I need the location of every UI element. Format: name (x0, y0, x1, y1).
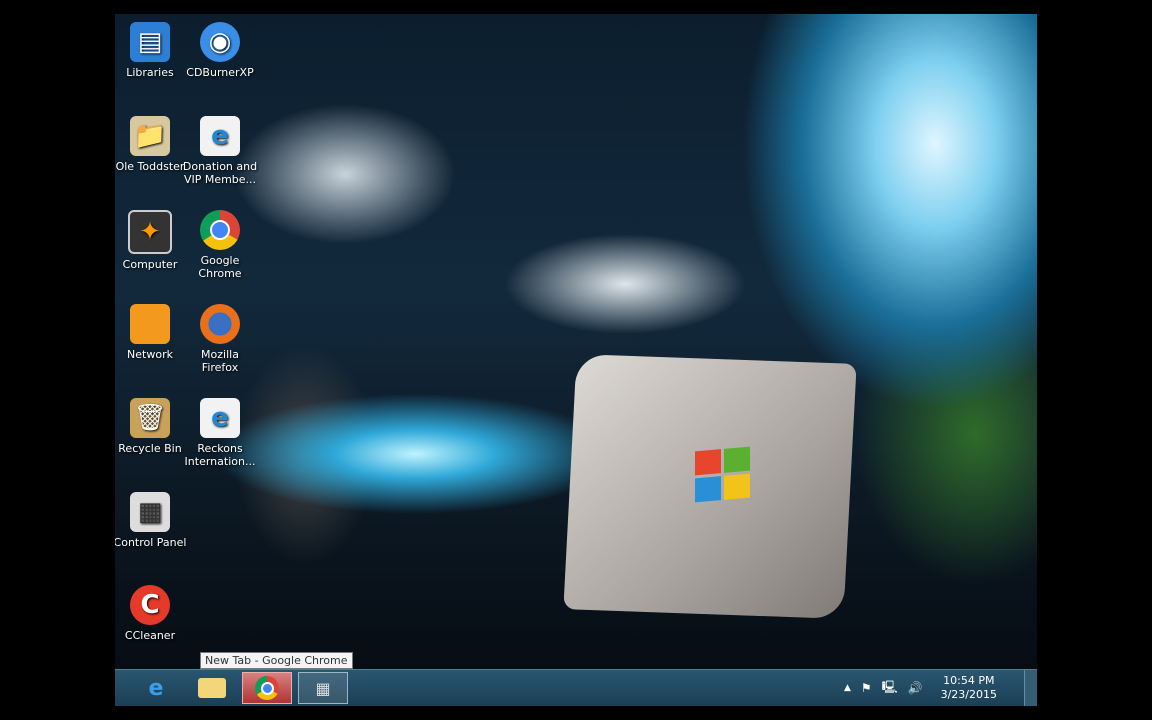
ie-shortcut-icon: e (200, 398, 240, 438)
windows-logo (695, 446, 750, 503)
libraries-icon: ▤ (130, 22, 170, 62)
clock[interactable]: 10:54 PM 3/23/2015 (941, 674, 997, 702)
desktop: ▤ Libraries ◉ CDBurnerXP 📁 Ole Toddster e Do… (115, 14, 1037, 706)
taskbar-internet-explorer[interactable]: e (131, 672, 181, 704)
desktop-icon-recycle-bin[interactable]: 🗑 Recycle Bin (115, 398, 188, 455)
taskbar-tooltip: New Tab - Google Chrome (200, 652, 353, 669)
desktop-icon-ccleaner[interactable]: C CCleaner (115, 585, 188, 642)
ie-icon: e (148, 675, 164, 701)
desktop-icon-network[interactable]: Network (115, 304, 188, 361)
desktop-icon-ole-toddster[interactable]: 📁 Ole Toddster (115, 116, 188, 173)
ie-shortcut-icon: e (200, 116, 240, 156)
desktop-icon-cdburnerxp[interactable]: ◉ CDBurnerXP (182, 22, 258, 79)
desktop-icon-control-panel[interactable]: ▦ Control Panel (115, 492, 188, 549)
control-panel-icon: ▦ (315, 678, 331, 698)
taskbar: e ▦ ▲ ⚑ 🖳 🔊 10:54 PM 3/23/2015 (115, 669, 1037, 706)
action-center-flag-icon[interactable]: ⚑ (861, 681, 872, 695)
network-tray-icon[interactable]: 🖳 (882, 678, 898, 699)
control-panel-icon: ▦ (130, 492, 170, 532)
folder-icon (198, 678, 226, 698)
volume-icon[interactable]: 🔊 (908, 681, 923, 695)
firefox-icon (200, 304, 240, 344)
system-tray: ▲ ⚑ 🖳 🔊 10:54 PM 3/23/2015 (844, 670, 997, 706)
desktop-icon-reckons[interactable]: e Reckons Internation... (182, 398, 258, 468)
desktop-icon-firefox[interactable]: Mozilla Firefox (182, 304, 258, 374)
clock-time: 10:54 PM (943, 674, 995, 687)
chrome-icon (255, 676, 279, 700)
network-icon (130, 304, 170, 344)
desktop-icon-donation[interactable]: e Donation and VIP Membe... (182, 116, 258, 186)
show-hidden-icons-arrow[interactable]: ▲ (844, 683, 851, 693)
taskbar-file-explorer[interactable] (187, 672, 237, 704)
ccleaner-icon: C (130, 585, 170, 625)
taskbar-chrome[interactable] (242, 672, 292, 704)
desktop-icon-libraries[interactable]: ▤ Libraries (115, 22, 188, 79)
recycle-bin-icon: 🗑 (130, 398, 170, 438)
desktop-icon-computer[interactable]: ✦ Computer (115, 210, 188, 271)
chrome-icon (200, 210, 240, 250)
desktop-icon-chrome[interactable]: Google Chrome (182, 210, 258, 280)
clock-date: 3/23/2015 (940, 688, 997, 701)
cdburner-icon: ◉ (200, 22, 240, 62)
computer-icon: ✦ (128, 210, 172, 254)
user-folder-icon: 📁 (130, 116, 170, 156)
show-desktop-button[interactable] (1024, 670, 1037, 706)
taskbar-control-panel[interactable]: ▦ (298, 672, 348, 704)
